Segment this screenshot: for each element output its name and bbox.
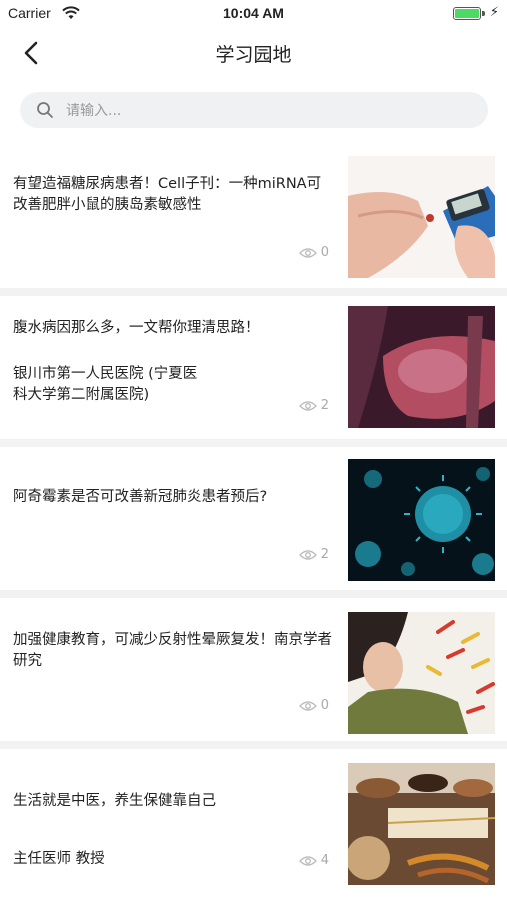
eye-icon (298, 700, 317, 711)
eye-icon (298, 855, 317, 866)
divider (0, 288, 507, 296)
search-input[interactable] (64, 92, 468, 130)
view-count: 0 (298, 245, 329, 260)
article-card[interactable]: 腹水病因那么多，一文帮你理清思路！ 银川市第一人民医院 (宁夏医科大学第二附属医… (0, 296, 507, 439)
battery-cap (482, 11, 485, 16)
navigation-bar: 学习园地 (0, 28, 507, 78)
view-count-value: 4 (320, 853, 329, 868)
article-title: 有望造福糖尿病患者！Cell子刊：一种miRNA可改善肥胖小鼠的胰岛素敏感性 (13, 176, 322, 213)
battery-icon (453, 7, 481, 20)
view-count: 0 (298, 698, 329, 713)
view-count: 2 (298, 398, 329, 413)
eye-icon (298, 400, 317, 411)
view-count-value: 2 (320, 547, 329, 562)
eye-icon (298, 549, 317, 560)
article-card[interactable]: 生活就是中医，养生保健靠自己 主任医师 教授 4 (0, 749, 507, 892)
divider (0, 590, 507, 598)
page-title: 学习园地 (215, 44, 292, 66)
liver-image (348, 306, 495, 428)
status-bar: Carrier 10:04 AM ⚡ (0, 0, 507, 28)
herbal-medicine-image (348, 763, 495, 885)
search-icon (37, 102, 53, 118)
article-title: 生活就是中医，养生保健靠自己 (13, 793, 216, 809)
article-title: 加强健康教育，可减少反射性晕厥复发！南京学者研究 (13, 632, 332, 669)
article-card[interactable]: 阿奇霉素是否可改善新冠肺炎患者预后? 2 (0, 447, 507, 590)
article-author: 主任医师 教授 (13, 851, 105, 867)
article-title: 腹水病因那么多，一文帮你理清思路！ (13, 320, 260, 336)
article-author: 银川市第一人民医院 (宁夏医科大学第二附属医院) (13, 366, 198, 403)
divider (0, 439, 507, 447)
glucose-meter-image (348, 156, 495, 278)
clock: 10:04 AM (223, 5, 284, 21)
virus-image (348, 459, 495, 581)
charging-icon: ⚡ (489, 5, 499, 20)
article-card[interactable]: 有望造福糖尿病患者！Cell子刊：一种miRNA可改善肥胖小鼠的胰岛素敏感性 0 (0, 140, 507, 288)
divider (0, 741, 507, 749)
view-count-value: 0 (320, 245, 329, 260)
woman-lying-image (348, 612, 495, 734)
article-title: 阿奇霉素是否可改善新冠肺炎患者预后? (13, 489, 268, 505)
view-count: 4 (298, 853, 329, 868)
eye-icon (298, 247, 317, 258)
article-card[interactable]: 加强健康教育，可减少反射性晕厥复发！南京学者研究 0 (0, 598, 507, 741)
search-bar[interactable] (20, 92, 488, 130)
view-count-value: 0 (320, 698, 329, 713)
view-count: 2 (298, 547, 329, 562)
article-list: 有望造福糖尿病患者！Cell子刊：一种miRNA可改善肥胖小鼠的胰岛素敏感性 0… (0, 140, 507, 892)
view-count-value: 2 (320, 398, 329, 413)
